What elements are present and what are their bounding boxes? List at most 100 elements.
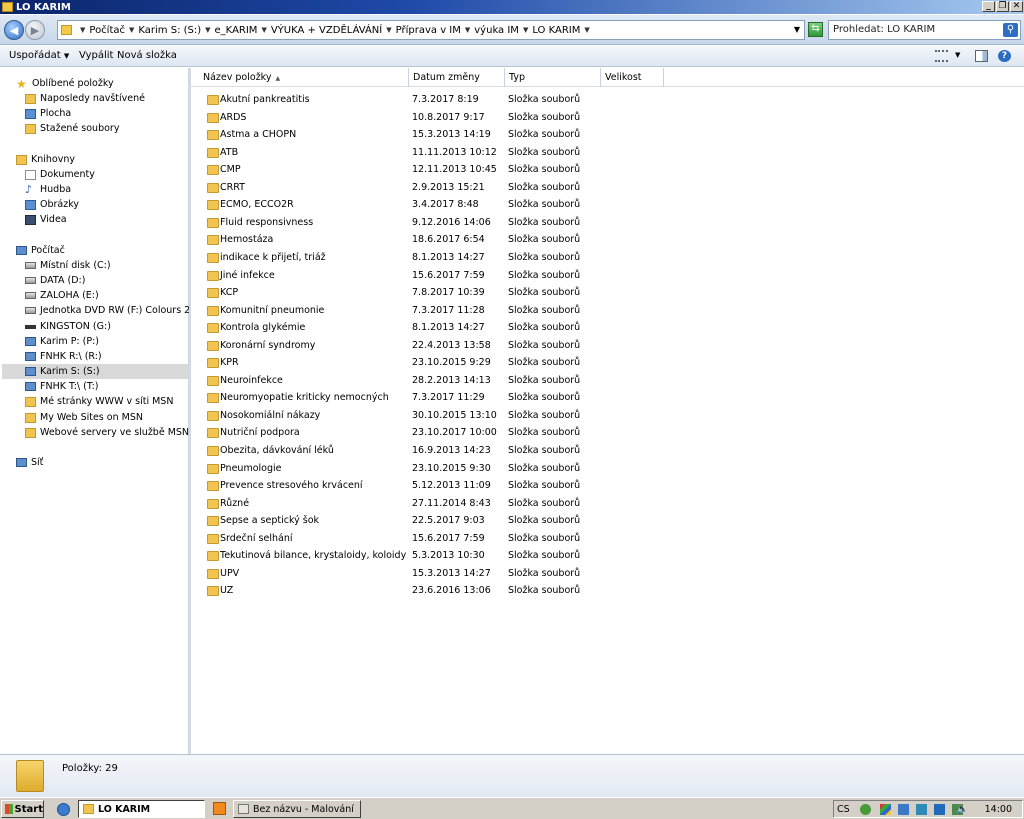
media-player-icon[interactable]: [213, 802, 226, 815]
language-indicator[interactable]: CS: [837, 804, 850, 815]
sidebar-item-msn-servers[interactable]: Webové servery ve službě MSN: [25, 425, 189, 440]
search-input[interactable]: Prohledat: LO KARIM ⚲: [828, 20, 1021, 40]
internet-explorer-icon[interactable]: [57, 803, 70, 816]
file-row[interactable]: ARDS 10.8.2017 9:17 Složka souborů: [191, 110, 1024, 127]
file-row[interactable]: Koronární syndromy 22.4.2013 13:58 Složka …: [191, 338, 1024, 355]
file-row[interactable]: Fluid responsivness 9.12.2016 14:06 Složka…: [191, 215, 1024, 232]
file-row[interactable]: CRRT 2.9.2013 15:21 Složka souborů: [191, 180, 1024, 197]
sidebar-item-drive-p[interactable]: Karim P: (P:): [25, 334, 99, 349]
sidebar-item-msn-sites[interactable]: My Web Sites on MSN: [25, 410, 143, 425]
windows-flag-icon[interactable]: [880, 804, 891, 815]
sidebar-item-drive-c[interactable]: Místní disk (C:): [25, 258, 111, 273]
sidebar-item-recent[interactable]: Naposledy navštívené: [25, 91, 145, 106]
clock[interactable]: 14:00: [985, 804, 1012, 815]
organize-button[interactable]: Uspořádat ▼: [9, 50, 69, 61]
file-row[interactable]: Astma a CHOPN 15.3.2013 14:19 Složka soubo…: [191, 127, 1024, 144]
sidebar-item-music[interactable]: ♪ Hudba: [25, 182, 71, 197]
column-size-header[interactable]: Velikost: [601, 68, 664, 87]
sidebar-item-network[interactable]: Síť: [16, 455, 43, 470]
chevron-right-icon[interactable]: ▼: [205, 26, 210, 34]
sidebar-item-favorites[interactable]: ★ Oblíbené položky: [16, 76, 114, 91]
sidebar-item-libraries[interactable]: Knihovny: [16, 152, 75, 167]
sidebar-item-desktop[interactable]: Plocha: [25, 106, 71, 121]
file-row[interactable]: Komunitní pneumonie 7.3.2017 11:28 Složka …: [191, 303, 1024, 320]
sidebar-item-computer[interactable]: Počítač: [16, 243, 65, 258]
file-row[interactable]: Srdeční selhání 15.6.2017 7:59 Složka soub…: [191, 531, 1024, 548]
close-button[interactable]: ✕: [1010, 1, 1023, 12]
sidebar-item-downloads[interactable]: Stažené soubory: [25, 121, 119, 136]
chevron-right-icon[interactable]: ▼: [584, 26, 589, 34]
file-row[interactable]: Pneumologie 23.10.2015 9:30 Složka souborů: [191, 461, 1024, 478]
file-row[interactable]: Kontrola glykémie 8.1.2013 14:27 Složka so…: [191, 320, 1024, 337]
burn-button[interactable]: Vypálit: [79, 50, 113, 61]
file-row[interactable]: UPV 15.3.2013 14:27 Složka souborů: [191, 566, 1024, 583]
chevron-right-icon[interactable]: ▼: [80, 26, 85, 34]
chevron-right-icon[interactable]: ▼: [261, 26, 266, 34]
column-date-header[interactable]: Datum změny: [409, 68, 505, 87]
file-row[interactable]: KPR 23.10.2015 9:29 Složka souborů: [191, 355, 1024, 372]
search-icon[interactable]: ⚲: [1003, 23, 1018, 37]
sidebar-item-pictures[interactable]: Obrázky: [25, 197, 79, 212]
file-row[interactable]: Nutriční podpora 23.10.2017 10:00 Složka s…: [191, 425, 1024, 442]
sidebar-item-drive-d[interactable]: DATA (D:): [25, 273, 85, 288]
column-name-header[interactable]: Název položky ▲: [199, 68, 409, 87]
sidebar-item-drive-f[interactable]: Jednotka DVD RW (F:) Colours 2015: [25, 303, 208, 318]
sidebar-item-drive-t[interactable]: FNHK T:\ (T:): [25, 379, 99, 394]
view-options-icon[interactable]: [935, 50, 948, 62]
file-row[interactable]: Nosokomiální nákazy 30.10.2015 13:10 Složk…: [191, 408, 1024, 425]
file-row[interactable]: ECMO, ECCO2R 3.4.2017 8:48 Složka souborů: [191, 197, 1024, 214]
sidebar-item-drive-s[interactable]: Karim S: (S:): [2, 364, 188, 379]
address-box[interactable]: ▼ Počítač ▼ Karim S: (S:) ▼ e_KARIM ▼ VÝ…: [57, 20, 805, 40]
file-row[interactable]: KCP 7.8.2017 10:39 Složka souborů: [191, 285, 1024, 302]
preview-pane-icon[interactable]: [975, 50, 988, 62]
chevron-down-icon[interactable]: ▼: [955, 51, 968, 63]
address-history-dropdown[interactable]: ▼: [794, 25, 800, 34]
file-row[interactable]: Prevence stresového krvácení 5.12.2013 11…: [191, 478, 1024, 495]
breadcrumb-ekarim[interactable]: e_KARIM: [215, 25, 258, 36]
taskbar-item-paint[interactable]: Bez názvu - Malování: [233, 800, 361, 818]
minimize-button[interactable]: _: [982, 1, 995, 12]
file-row[interactable]: Neuromyopatie kriticky nemocných 7.3.2017…: [191, 390, 1024, 407]
file-row[interactable]: CMP 12.11.2013 10:45 Složka souborů: [191, 162, 1024, 179]
start-button[interactable]: Start: [1, 800, 44, 818]
volume-icon[interactable]: 🔈: [956, 804, 968, 815]
sidebar-item-videos[interactable]: Videa: [25, 212, 67, 227]
back-button[interactable]: ◀: [4, 20, 24, 40]
breadcrumb-drive[interactable]: Karim S: (S:): [138, 25, 201, 36]
file-row[interactable]: Tekutinová bilance, krystaloidy, koloidy…: [191, 548, 1024, 565]
device-icon[interactable]: [934, 804, 945, 815]
restore-button[interactable]: ❐: [996, 1, 1009, 12]
file-row[interactable]: Neuroinfekce 28.2.2013 14:13 Složka soubor…: [191, 373, 1024, 390]
sidebar-item-msn-www[interactable]: Mé stránky WWW v síti MSN: [25, 394, 173, 409]
sidebar-item-documents[interactable]: Dokumenty: [25, 167, 95, 182]
breadcrumb-computer[interactable]: Počítač: [89, 25, 125, 36]
help-icon[interactable]: ?: [998, 50, 1011, 62]
chevron-right-icon[interactable]: ▼: [523, 26, 528, 34]
sidebar-item-drive-e[interactable]: ZALOHA (E:): [25, 288, 99, 303]
taskbar-item-explorer[interactable]: LO KARIM: [78, 800, 205, 818]
chevron-right-icon[interactable]: ▼: [129, 26, 134, 34]
file-row[interactable]: Hemostáza 18.6.2017 6:54 Složka souborů: [191, 232, 1024, 249]
column-type-header[interactable]: Typ: [505, 68, 601, 87]
file-row[interactable]: Sepse a septický šok 22.5.2017 9:03 Složka…: [191, 513, 1024, 530]
chevron-right-icon[interactable]: ▼: [465, 26, 470, 34]
breadcrumb-vyuka[interactable]: VÝUKA + VZDĚLÁVÁNÍ: [271, 25, 382, 36]
sidebar-item-drive-r[interactable]: FNHK R:\ (R:): [25, 349, 102, 364]
file-row[interactable]: Akutní pankreatitis 7.3.2017 8:19 Složka s…: [191, 92, 1024, 109]
sidebar-item-drive-g[interactable]: KINGSTON (G:): [25, 319, 111, 334]
network-status-icon[interactable]: [898, 804, 909, 815]
security-icon[interactable]: [860, 804, 871, 815]
file-row[interactable]: Jiné infekce 15.6.2017 7:59 Složka souborů: [191, 268, 1024, 285]
forward-button[interactable]: ▶: [25, 20, 45, 40]
refresh-button[interactable]: ⇆: [808, 22, 823, 37]
file-row[interactable]: indikace k přijetí, triáž 8.1.2013 14:27 S…: [191, 250, 1024, 267]
display-icon[interactable]: [916, 804, 927, 815]
breadcrumb-lo-karim[interactable]: LO KARIM: [532, 25, 580, 36]
new-folder-button[interactable]: Nová složka: [117, 50, 177, 61]
file-row[interactable]: Různé 27.11.2014 8:43 Složka souborů: [191, 496, 1024, 513]
file-row[interactable]: ATB 11.11.2013 10:12 Složka souborů: [191, 145, 1024, 162]
chevron-right-icon[interactable]: ▼: [386, 26, 391, 34]
file-row[interactable]: UZ 23.6.2016 13:06 Složka souborů: [191, 583, 1024, 600]
file-row[interactable]: Obezita, dávkování léků 16.9.2013 14:23 Sl…: [191, 443, 1024, 460]
breadcrumb-vyuka-im[interactable]: výuka IM: [474, 25, 519, 36]
